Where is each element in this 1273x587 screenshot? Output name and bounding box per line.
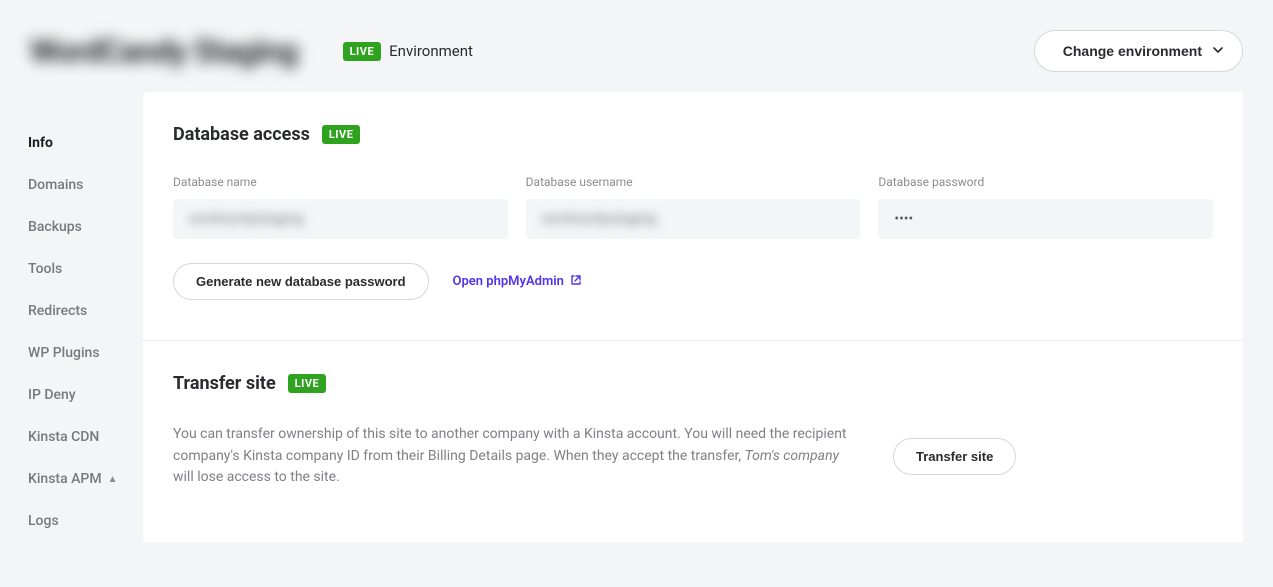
sidebar-item-label: IP Deny: [28, 387, 76, 403]
sidebar-item-logs[interactable]: Logs: [28, 500, 143, 542]
site-title: WordCandy Staging: [30, 32, 298, 70]
live-badge: LIVE: [288, 374, 327, 393]
sidebar: Info Domains Backups Tools Redirects WP …: [0, 92, 143, 542]
sidebar-item-wp-plugins[interactable]: WP Plugins: [28, 332, 143, 374]
live-badge: LIVE: [322, 125, 361, 144]
transfer-site-section: Transfer site LIVE You can transfer owne…: [143, 341, 1243, 529]
sidebar-item-label: Logs: [28, 513, 59, 529]
database-password-value[interactable]: ••••: [878, 199, 1213, 239]
database-username-label: Database username: [526, 175, 861, 189]
transfer-site-button[interactable]: Transfer site: [893, 438, 1016, 475]
sidebar-item-label: Info: [28, 135, 53, 151]
chevron-down-icon: [1212, 43, 1224, 59]
database-name-field: Database name wordcandystaging: [173, 175, 508, 239]
database-username-field: Database username wordcandystaging: [526, 175, 861, 239]
sidebar-item-label: Redirects: [28, 303, 87, 319]
database-name-label: Database name: [173, 175, 508, 189]
open-phpmyadmin-label: Open phpMyAdmin: [453, 274, 564, 289]
database-access-heading: Database access: [173, 124, 310, 145]
change-environment-button[interactable]: Change environment: [1034, 30, 1243, 72]
transfer-site-description: You can transfer ownership of this site …: [173, 424, 853, 489]
live-badge: LIVE: [343, 42, 382, 61]
sidebar-item-label: Backups: [28, 219, 82, 235]
change-environment-label: Change environment: [1063, 43, 1202, 59]
database-password-field: Database password ••••: [878, 175, 1213, 239]
sidebar-item-label: WP Plugins: [28, 345, 100, 361]
sidebar-item-info[interactable]: Info: [28, 122, 143, 164]
sidebar-item-label: Kinsta CDN: [28, 429, 99, 445]
environment-label: Environment: [389, 42, 473, 60]
database-access-section: Database access LIVE Database name wordc…: [143, 92, 1243, 341]
database-password-label: Database password: [878, 175, 1213, 189]
open-phpmyadmin-link[interactable]: Open phpMyAdmin: [453, 274, 582, 290]
database-name-value[interactable]: wordcandystaging: [173, 199, 508, 239]
sidebar-item-kinsta-cdn[interactable]: Kinsta CDN: [28, 416, 143, 458]
sidebar-item-redirects[interactable]: Redirects: [28, 290, 143, 332]
sidebar-item-kinsta-apm[interactable]: Kinsta APM ▲: [28, 458, 143, 500]
sidebar-item-tools[interactable]: Tools: [28, 248, 143, 290]
sidebar-item-domains[interactable]: Domains: [28, 164, 143, 206]
sidebar-item-label: Domains: [28, 177, 83, 193]
main-content: Database access LIVE Database name wordc…: [143, 92, 1243, 542]
pushpin-icon: ▲: [108, 474, 118, 485]
transfer-site-heading: Transfer site: [173, 373, 276, 394]
sidebar-item-label: Kinsta APM: [28, 471, 102, 487]
generate-password-button[interactable]: Generate new database password: [173, 263, 429, 300]
sidebar-item-label: Tools: [28, 261, 62, 277]
database-username-value[interactable]: wordcandystaging: [526, 199, 861, 239]
sidebar-item-backups[interactable]: Backups: [28, 206, 143, 248]
external-link-icon: [570, 274, 582, 290]
sidebar-item-ip-deny[interactable]: IP Deny: [28, 374, 143, 416]
